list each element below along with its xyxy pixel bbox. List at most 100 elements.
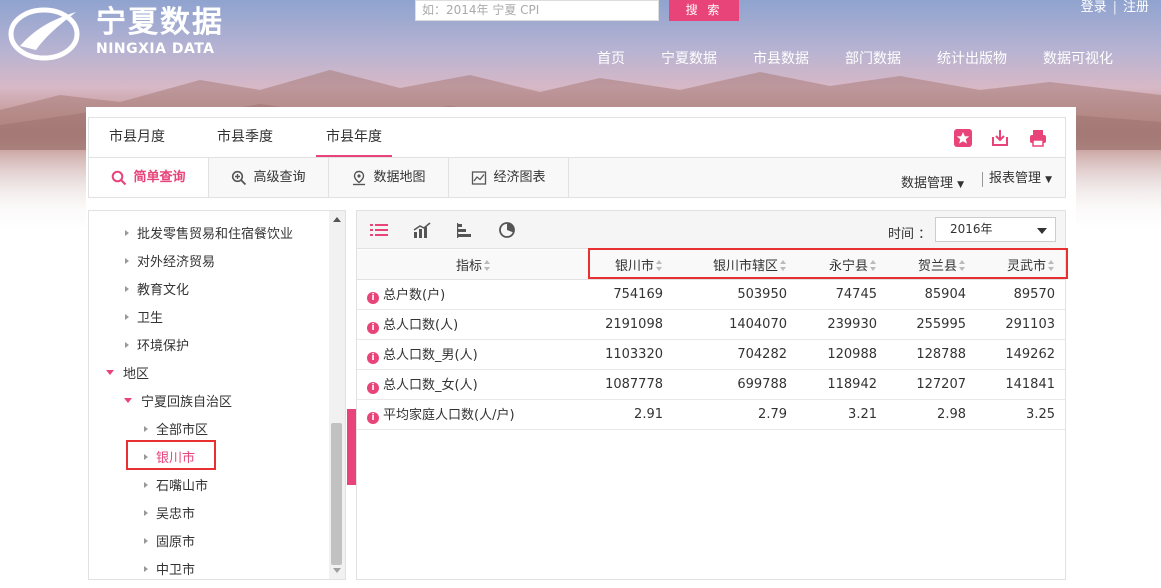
indicator-name: 总人口数(人) (383, 318, 459, 333)
print-icon[interactable] (1028, 128, 1048, 148)
main-nav: 首页 宁夏数据 市县数据 部门数据 统计出版物 数据可视化 (597, 48, 1113, 68)
value-cell: 74745 (797, 279, 887, 310)
tree-item-foreign-trade[interactable]: 对外经济贸易 (125, 251, 215, 270)
nav-department-data[interactable]: 部门数据 (845, 48, 901, 68)
tree-item-zhongwei[interactable]: 中卫市 (144, 559, 195, 578)
tab-yearly[interactable]: 市县年度 (316, 118, 392, 157)
logo-swoosh-icon (8, 7, 80, 61)
table-row: i 总户数(户) 754169 503950 74745 85904 89570 (357, 279, 1065, 310)
column-header-highlight (588, 248, 1068, 279)
tree-item-label: 卫生 (137, 311, 164, 326)
scroll-thumb[interactable] (331, 423, 342, 565)
scroll-down-arrow-icon[interactable] (333, 568, 341, 573)
value-cell: 118942 (797, 369, 887, 400)
indicator-name: 平均家庭人口数(人/户) (383, 408, 515, 423)
indicator-cell: i 总人口数(人) (357, 309, 590, 340)
tree-item-region[interactable]: 地区 (106, 363, 149, 382)
expand-arrow-icon (125, 313, 129, 320)
value-cell: 2.98 (887, 399, 976, 430)
report-management-menu[interactable]: 报表管理 ▼ (982, 172, 1052, 187)
col-indicator[interactable]: 指标 (357, 250, 590, 280)
time-label: 时间 ： (888, 227, 932, 242)
indicator-cell: i 平均家庭人口数(人/户) (357, 399, 590, 430)
indicator-name: 总户数(户) (383, 288, 446, 303)
selected-city-highlight (126, 440, 216, 470)
value-cell: 699788 (673, 369, 797, 400)
year-select[interactable]: 2016年 (935, 217, 1056, 242)
info-icon[interactable]: i (367, 412, 379, 424)
year-select-value: 2016年 (950, 222, 993, 236)
account-links: 登录 | 注册 (1081, 0, 1149, 16)
chart-view-icon[interactable] (412, 221, 432, 239)
tree-item-health[interactable]: 卫生 (125, 307, 163, 326)
register-link[interactable]: 注册 (1123, 0, 1149, 15)
value-cell: 141841 (976, 369, 1065, 400)
nav-visualization[interactable]: 数据可视化 (1043, 48, 1113, 68)
expand-arrow-icon (144, 425, 148, 432)
tree-item-guyuan[interactable]: 固原市 (144, 531, 195, 550)
site-logo[interactable]: 宁夏数据 NINGXIA DATA (6, 2, 224, 62)
main-container: 市县月度 市县季度 市县年度 简单查询 高级查询 数据地图 经济图表 数据管理 … (86, 107, 1076, 588)
favorite-star-icon[interactable] (953, 128, 973, 148)
expand-arrow-icon (144, 509, 148, 516)
tree-item-wuzhong[interactable]: 吴忠市 (144, 503, 195, 522)
expand-arrow-icon (125, 257, 129, 264)
pie-view-icon[interactable] (497, 221, 517, 239)
nav-home[interactable]: 首页 (597, 48, 625, 68)
view-toolbar: 时间 ： 2016年 (357, 211, 1065, 249)
advanced-query-button[interactable]: 高级查询 (209, 158, 329, 197)
info-icon[interactable]: i (367, 322, 379, 334)
indicator-cell: i 总人口数_女(人) (357, 369, 590, 400)
collapse-arrow-icon (124, 398, 132, 403)
table-row: i 总人口数_男(人) 1103320 704282 120988 128788 … (357, 339, 1065, 370)
economic-charts-button[interactable]: 经济图表 (449, 158, 569, 197)
search-input[interactable]: 如：2014年 宁夏 CPI (415, 0, 659, 21)
list-view-icon[interactable] (369, 221, 389, 239)
expand-arrow-icon (144, 537, 148, 544)
tree-scrollbar[interactable] (329, 211, 345, 579)
period-tabs: 市县月度 市县季度 市县年度 (88, 117, 1066, 158)
map-pin-icon (353, 170, 366, 185)
nav-ningxia-data[interactable]: 宁夏数据 (661, 48, 717, 68)
tree-item-label: 吴忠市 (156, 507, 196, 522)
value-cell: 2.79 (673, 399, 797, 430)
value-cell: 2.91 (590, 399, 673, 430)
collapse-arrow-icon (106, 370, 114, 375)
nav-publications[interactable]: 统计出版物 (937, 48, 1007, 68)
search-button[interactable]: 搜 索 (669, 0, 739, 21)
logo-subtitle: NINGXIA DATA (96, 41, 215, 57)
info-icon[interactable]: i (367, 382, 379, 394)
bar-view-icon[interactable] (455, 221, 475, 239)
tab-quarterly[interactable]: 市县季度 (217, 118, 273, 157)
scroll-up-arrow-icon[interactable] (333, 217, 341, 222)
expand-arrow-icon (144, 481, 148, 488)
expand-arrow-icon (125, 229, 129, 236)
indicator-tree: 批发零售贸易和住宿餐饮业 对外经济贸易 教育文化 卫生 环境保护 地区 宁夏回族… (88, 210, 346, 580)
info-icon[interactable]: i (367, 292, 379, 304)
tree-item-all-districts[interactable]: 全部市区 (144, 419, 208, 438)
tree-item-wholesale-retail[interactable]: 批发零售贸易和住宿餐饮业 (125, 223, 293, 242)
value-cell: 89570 (976, 279, 1065, 310)
tree-item-education-culture[interactable]: 教育文化 (125, 279, 189, 298)
nav-county-data[interactable]: 市县数据 (753, 48, 809, 68)
tree-item-environment[interactable]: 环境保护 (125, 335, 189, 354)
sort-icon[interactable] (484, 259, 491, 271)
data-management-menu[interactable]: 数据管理 ▼ (901, 172, 964, 191)
value-cell: 120988 (797, 339, 887, 370)
caret-down-icon (1037, 228, 1047, 234)
sidebar-collapse-handle[interactable] (347, 409, 356, 485)
data-map-button[interactable]: 数据地图 (329, 158, 449, 197)
tab-monthly[interactable]: 市县月度 (109, 118, 165, 157)
tree-item-label: 教育文化 (137, 283, 190, 298)
simple-query-button[interactable]: 简单查询 (89, 158, 209, 197)
indicator-cell: i 总人口数_男(人) (357, 339, 590, 370)
download-icon[interactable] (990, 128, 1010, 148)
caret-down-icon: ▼ (957, 180, 965, 190)
value-cell: 1404070 (673, 309, 797, 340)
zoom-in-icon (232, 170, 247, 185)
login-link[interactable]: 登录 (1081, 0, 1107, 15)
tree-item-shizuishan[interactable]: 石嘴山市 (144, 475, 208, 494)
info-icon[interactable]: i (367, 352, 379, 364)
expand-arrow-icon (125, 285, 129, 292)
tree-item-ningxia[interactable]: 宁夏回族自治区 (124, 391, 232, 410)
